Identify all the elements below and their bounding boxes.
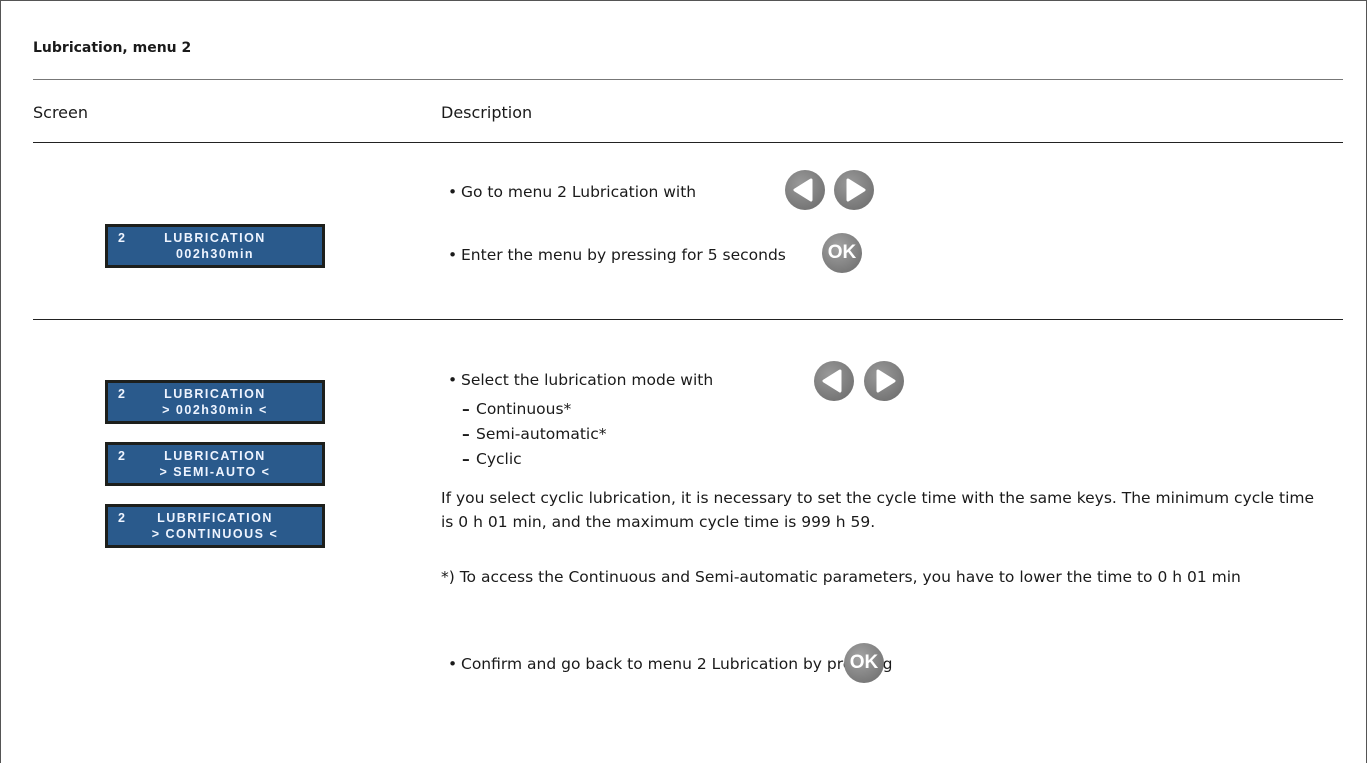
left-arrow-button-icon — [785, 170, 825, 210]
left-arrow-button-icon — [814, 361, 854, 401]
step-confirm: Confirm and go back to menu 2 Lubricatio… — [448, 655, 892, 673]
step-go-to-menu: Go to menu 2 Lubrication with — [448, 183, 696, 201]
step-select-mode-text: Select the lubrication mode with — [461, 371, 714, 389]
lcd-line-2: > 002h30min < — [162, 403, 268, 417]
mode-label: Cyclic — [476, 450, 522, 468]
lcd-menu-number: 2 — [118, 449, 127, 463]
table-title: Lubrication, menu 2 — [33, 40, 192, 56]
row-divider — [33, 319, 1343, 320]
title-divider — [33, 79, 1343, 80]
mode-cyclic: Cyclic — [462, 450, 522, 468]
step-go-to-menu-text: Go to menu 2 Lubrication with — [461, 183, 697, 201]
lcd-line-1: LUBRICATION — [164, 387, 266, 401]
lcd-line-1: LUBRICATION — [164, 231, 266, 245]
header-divider — [33, 142, 1343, 143]
lcd-menu-number: 2 — [118, 231, 127, 245]
lcd-display-continuous: 2 LUBRIFICATION > CONTINUOUS < — [105, 504, 325, 548]
lcd-line-1: LUBRICATION — [164, 449, 266, 463]
right-arrow-button-icon — [864, 361, 904, 401]
column-header-screen: Screen — [33, 103, 89, 122]
lcd-display-time: 2 LUBRICATION > 002h30min < — [105, 380, 325, 424]
mode-semi-automatic: Semi-automatic* — [462, 425, 607, 443]
footnote: *) To access the Continuous and Semi-aut… — [441, 568, 1241, 586]
step-enter-menu-text: Enter the menu by pressing for 5 seconds — [461, 246, 786, 264]
lcd-display: 2 LUBRICATION 002h30min — [105, 224, 325, 268]
step-enter-menu: Enter the menu by pressing for 5 seconds — [448, 246, 786, 264]
step-confirm-text: Confirm and go back to menu 2 Lubricatio… — [461, 655, 893, 673]
lcd-menu-number: 2 — [118, 511, 127, 525]
mode-continuous: Continuous* — [462, 400, 571, 418]
lcd-menu-number: 2 — [118, 387, 127, 401]
cyclic-note: If you select cyclic lubrication, it is … — [441, 489, 1315, 531]
ok-button-icon: OK — [844, 643, 884, 683]
right-arrow-button-icon — [834, 170, 874, 210]
lcd-line-2: > CONTINUOUS < — [151, 527, 279, 541]
ok-button-icon: OK — [822, 233, 862, 273]
mode-label: Semi-automatic* — [476, 425, 607, 443]
lcd-line-2: > SEMI-AUTO < — [159, 465, 271, 479]
lcd-line-1: LUBRIFICATION — [157, 511, 273, 525]
mode-label: Continuous* — [476, 400, 572, 418]
lcd-line-2: 002h30min — [175, 247, 255, 261]
lcd-display-semi-auto: 2 LUBRICATION > SEMI-AUTO < — [105, 442, 325, 486]
step-select-mode: Select the lubrication mode with — [448, 371, 713, 389]
column-header-description: Description — [441, 103, 533, 122]
